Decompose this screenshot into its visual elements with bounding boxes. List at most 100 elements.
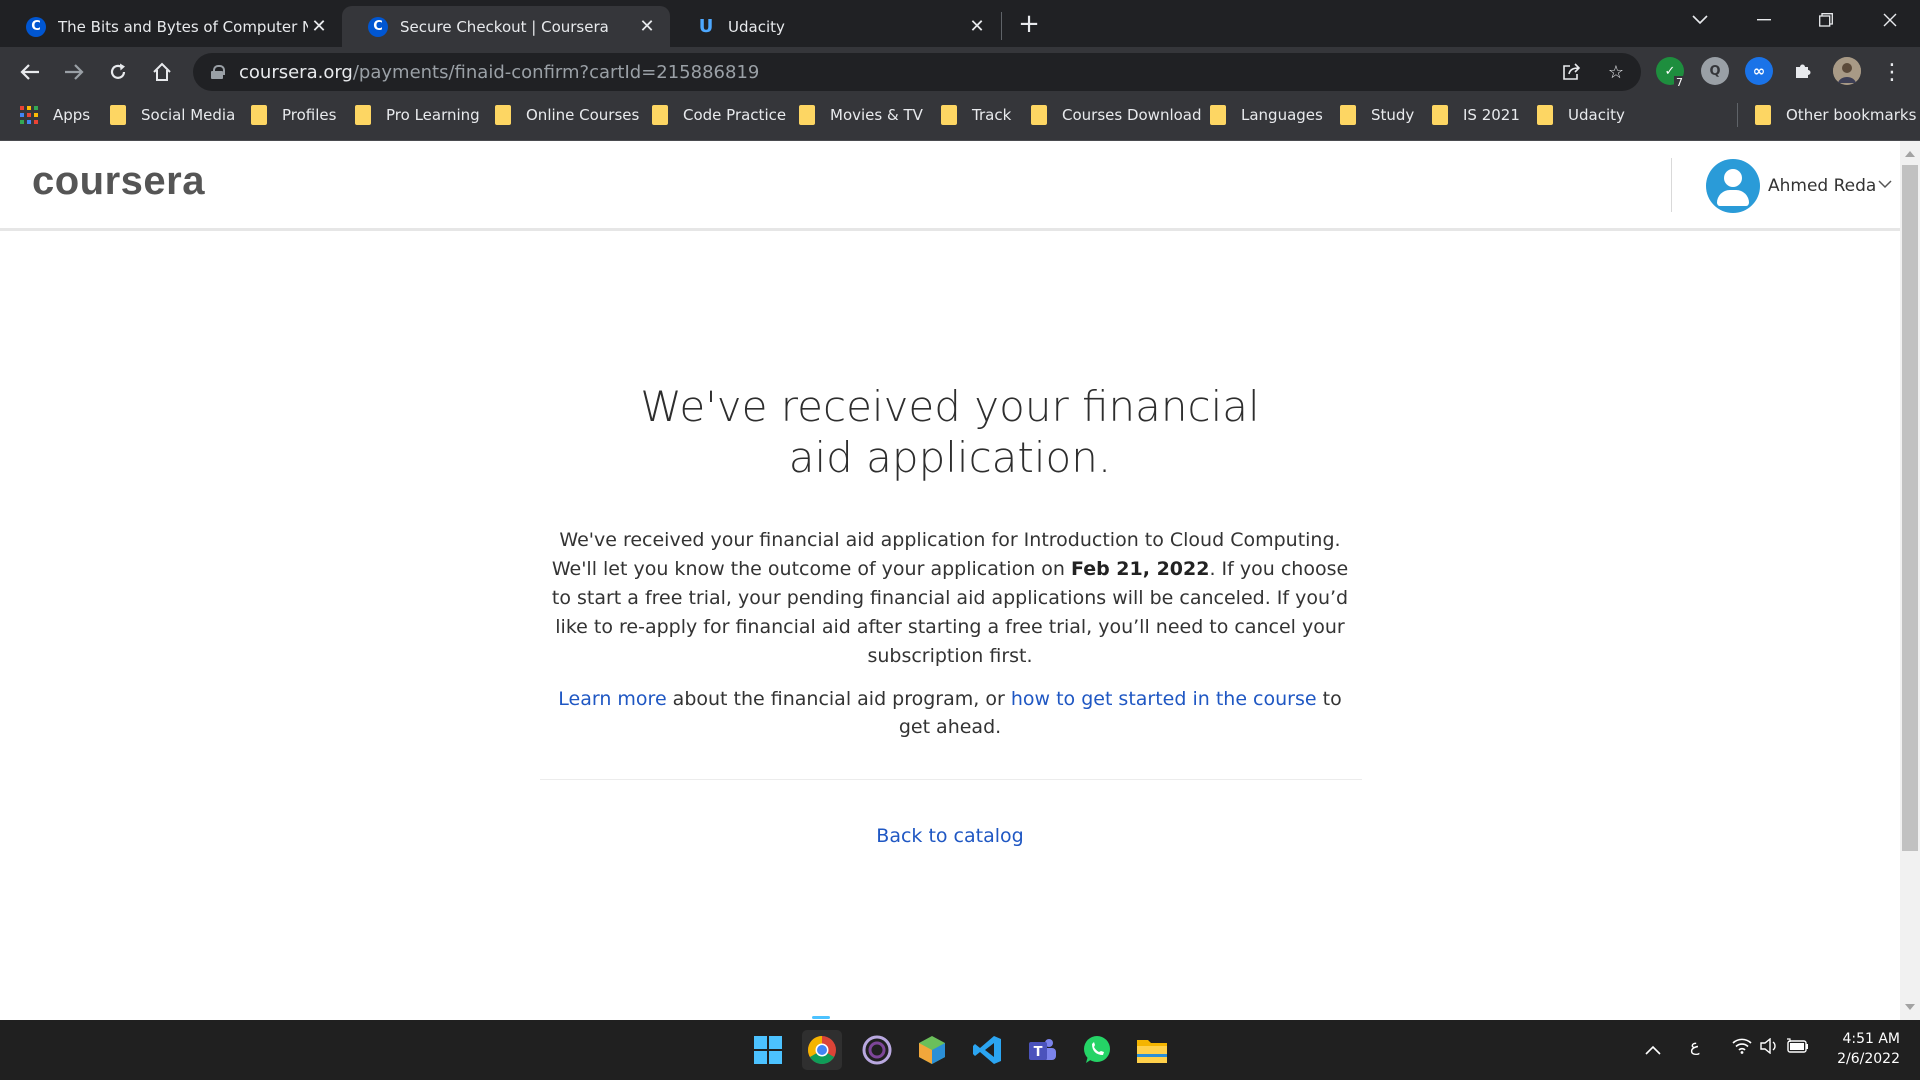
- coursera-favicon-icon: C: [368, 16, 388, 37]
- address-bar[interactable]: coursera.org/payments/finaid-confirm?car…: [193, 53, 1641, 91]
- folder-icon: [110, 105, 126, 125]
- url-text[interactable]: coursera.org/payments/finaid-confirm?car…: [239, 62, 759, 83]
- q-extension-icon[interactable]: Q: [1701, 57, 1729, 85]
- close-window-button[interactable]: [1860, 0, 1920, 40]
- bookmark-label: Online Courses: [526, 106, 640, 124]
- bookmark-label: Track: [972, 106, 1012, 124]
- user-avatar-icon[interactable]: [1706, 159, 1760, 213]
- minimize-button[interactable]: [1734, 0, 1794, 40]
- tab-title: The Bits and Bytes of Computer Net: [58, 17, 308, 36]
- input-language-indicator[interactable]: ع: [1690, 1036, 1700, 1055]
- scrollbar-thumb[interactable]: [1902, 165, 1918, 851]
- back-arrow-icon[interactable]: [14, 56, 46, 88]
- bookmark-code-practice[interactable]: Code Practice: [652, 97, 786, 133]
- svg-text:T: T: [1034, 1045, 1043, 1060]
- page-title: We've received your financial aid applic…: [640, 382, 1260, 482]
- clock-date: 2/6/2022: [1837, 1051, 1900, 1067]
- bookmark-is-2021[interactable]: IS 2021: [1432, 97, 1520, 133]
- bookmark-other-bookmarks[interactable]: Other bookmarks: [1755, 97, 1916, 133]
- folder-icon: [251, 105, 267, 125]
- chrome-icon[interactable]: [802, 1030, 842, 1070]
- bookmark-label: Apps: [53, 106, 91, 124]
- bookmark-track[interactable]: Track: [941, 97, 1011, 133]
- help-message: Learn more about the financial aid progr…: [558, 688, 1342, 738]
- udacity-favicon-icon: U: [698, 16, 714, 37]
- vscode-icon[interactable]: [967, 1030, 1007, 1070]
- folder-icon: [1210, 105, 1226, 125]
- folder-icon: [1755, 105, 1771, 125]
- bookmark-online-courses[interactable]: Online Courses: [495, 97, 639, 133]
- tor-browser-icon[interactable]: [857, 1030, 897, 1070]
- bookmark-profiles[interactable]: Profiles: [251, 97, 336, 133]
- folder-icon: [652, 105, 668, 125]
- volume-icon[interactable]: [1760, 1037, 1778, 1058]
- bookmark-pro-learning[interactable]: Pro Learning: [355, 97, 480, 133]
- battery-charging-icon[interactable]: [1786, 1038, 1810, 1058]
- windows-taskbar: T ع 4:51 AM 2/6/2022: [0, 1020, 1920, 1080]
- tab-secure-checkout[interactable]: C Secure Checkout | Coursera ✕: [342, 6, 670, 47]
- bookmark-label: Other bookmarks: [1786, 106, 1917, 124]
- restore-button[interactable]: [1796, 0, 1856, 40]
- bookmark-star-icon[interactable]: ☆: [1603, 59, 1629, 85]
- infinity-extension-icon[interactable]: ∞: [1745, 57, 1773, 85]
- browser-toolbar: coursera.org/payments/finaid-confirm?car…: [0, 47, 1920, 97]
- show-hidden-icons-chevron-icon[interactable]: [1645, 1040, 1661, 1059]
- learn-more-link[interactable]: Learn more: [558, 688, 666, 710]
- bookmark-languages[interactable]: Languages: [1210, 97, 1323, 133]
- profile-avatar-icon[interactable]: [1833, 57, 1861, 85]
- tab-title: Secure Checkout | Coursera: [400, 17, 609, 36]
- clock-time: 4:51 AM: [1842, 1031, 1900, 1047]
- bookmarks-separator: [1737, 103, 1738, 127]
- bookmark-label: Pro Learning: [386, 106, 480, 124]
- close-tab-icon[interactable]: ✕: [636, 16, 658, 38]
- share-icon[interactable]: [1559, 59, 1585, 85]
- tab-bits-and-bytes[interactable]: C The Bits and Bytes of Computer Net ✕: [0, 6, 342, 47]
- new-tab-button[interactable]: +: [1015, 9, 1043, 39]
- wifi-icon[interactable]: [1732, 1038, 1752, 1058]
- apps-grid-icon: [20, 106, 38, 124]
- close-tab-icon[interactable]: ✕: [308, 16, 330, 38]
- coursera-logo[interactable]: coursera: [32, 159, 205, 204]
- page-viewport: coursera Ahmed Reda We've received your …: [0, 141, 1900, 1020]
- scroll-up-arrow-icon[interactable]: [1905, 151, 1915, 157]
- reload-icon[interactable]: [102, 56, 134, 88]
- bookmark-courses-download[interactable]: Courses Download: [1031, 97, 1202, 133]
- tab-separator: [1001, 12, 1002, 40]
- whatsapp-icon[interactable]: [1077, 1030, 1117, 1070]
- forward-arrow-icon[interactable]: [58, 56, 90, 88]
- chevron-down-icon[interactable]: [1878, 177, 1892, 193]
- windows-start-icon[interactable]: [748, 1030, 788, 1070]
- tab-search-chevron-icon[interactable]: [1670, 0, 1730, 40]
- site-header: coursera Ahmed Reda: [0, 141, 1900, 231]
- bookmark-social-media[interactable]: Social Media: [110, 97, 235, 133]
- teams-icon[interactable]: T: [1022, 1030, 1062, 1070]
- get-started-link[interactable]: how to get started in the course: [1011, 688, 1317, 710]
- bookmarks-bar: Apps Social Media Profiles Pro Learning …: [0, 97, 1920, 141]
- scroll-down-arrow-icon[interactable]: [1905, 1004, 1915, 1010]
- back-to-catalog-link[interactable]: Back to catalog: [876, 825, 1023, 847]
- tab-udacity[interactable]: U Udacity ✕: [670, 6, 1000, 47]
- confirmation-message: We've received your financial aid applic…: [551, 529, 1349, 667]
- bookmark-label: Languages: [1241, 106, 1323, 124]
- bookmark-movies-tv[interactable]: Movies & TV: [799, 97, 923, 133]
- tab-strip: C The Bits and Bytes of Computer Net ✕ C…: [0, 0, 1920, 47]
- user-name[interactable]: Ahmed Reda: [1768, 176, 1876, 196]
- extensions-puzzle-icon[interactable]: [1789, 57, 1817, 85]
- system-clock[interactable]: 4:51 AM 2/6/2022: [1820, 1029, 1900, 1069]
- home-icon[interactable]: [146, 56, 178, 88]
- lock-icon[interactable]: [211, 65, 225, 79]
- bookmark-udacity[interactable]: Udacity: [1537, 97, 1625, 133]
- bookmark-study[interactable]: Study: [1340, 97, 1414, 133]
- bookmark-label: Profiles: [282, 106, 337, 124]
- bookmark-apps[interactable]: Apps: [20, 97, 90, 133]
- folder-icon: [799, 105, 815, 125]
- browser-menu-icon[interactable]: ⋮: [1876, 56, 1908, 88]
- bookmark-label: Movies & TV: [830, 106, 923, 124]
- page-scrollbar[interactable]: [1900, 141, 1920, 1020]
- file-explorer-icon[interactable]: [1132, 1030, 1172, 1070]
- close-tab-icon[interactable]: ✕: [966, 16, 988, 38]
- bookmark-label: Study: [1371, 106, 1415, 124]
- bookmark-label: Courses Download: [1062, 106, 1202, 124]
- folder-icon: [1340, 105, 1356, 125]
- app-cube-icon[interactable]: [912, 1030, 952, 1070]
